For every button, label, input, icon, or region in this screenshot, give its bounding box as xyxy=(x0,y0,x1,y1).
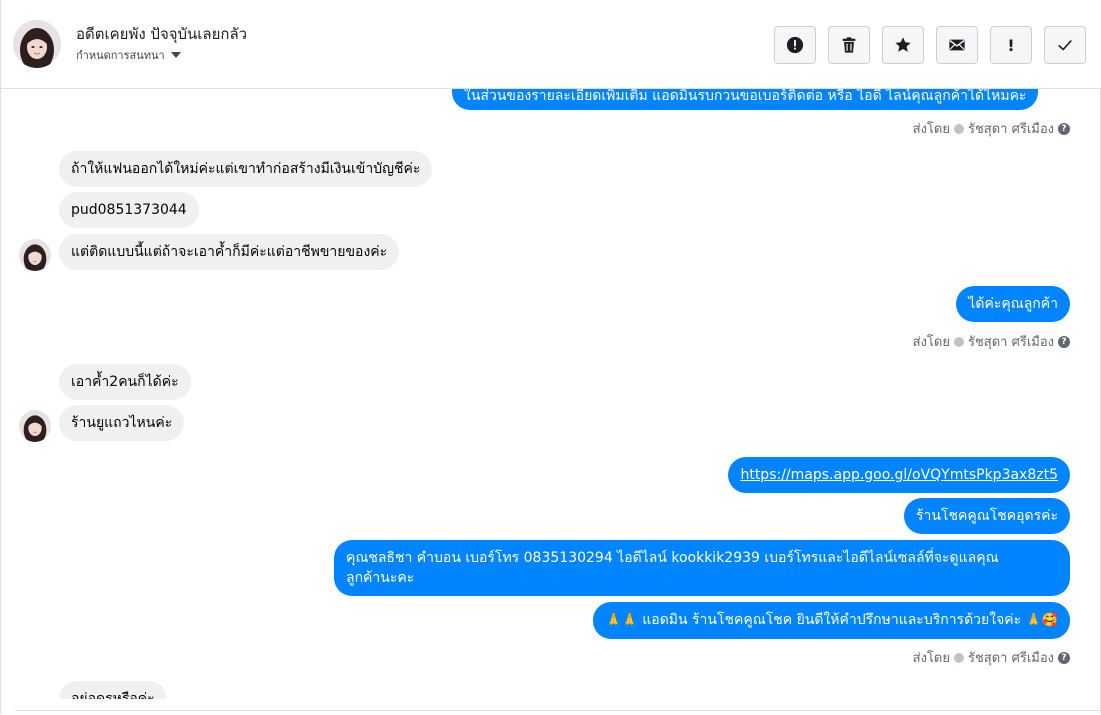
help-icon[interactable]: ? xyxy=(1058,651,1070,664)
sent-by-agent: รัชสุดา ศรีเมือง xyxy=(967,335,1054,350)
spam-button[interactable]: ! xyxy=(990,26,1032,64)
message-text: แอดมิน ร้านโชคคูณโชค ยินดีให้คำปรึกษาและ… xyxy=(642,612,1022,628)
delete-button[interactable] xyxy=(828,26,870,64)
verified-icon xyxy=(953,336,964,347)
toolbar: ! xyxy=(774,26,1086,64)
sent-by-label: ส่งโดย xyxy=(912,651,950,666)
check-icon xyxy=(1058,39,1072,51)
outgoing-message[interactable]: 🙏🙏 แอดมิน ร้านโชคคูณโชค ยินดีให้คำปรึกษา… xyxy=(593,602,1070,639)
outgoing-message[interactable]: ได้ค่ะคุณลูกค้า xyxy=(956,286,1070,322)
contact-name: อดีตเคยพัง ปัจจุบันเลยกลัว xyxy=(76,25,248,43)
composer-edge xyxy=(15,710,1101,715)
heart-face-emoji-icon: 🥰 xyxy=(1041,613,1058,628)
verified-icon xyxy=(953,123,964,134)
message-text: แต่ติดแบบนี้แต่ถ้าจะเอาค้ำก็มีค่ะแต่อาชี… xyxy=(71,244,388,260)
alert-icon xyxy=(786,36,804,54)
help-icon[interactable]: ? xyxy=(1058,122,1070,135)
message-thread[interactable]: ในส่วนของรายละเอียดเพิ่มเติม แอดมินรบกวน… xyxy=(1,89,1101,699)
schedule-label: กำหนดการสนทนา xyxy=(76,49,165,62)
mark-unread-button[interactable] xyxy=(936,26,978,64)
pray-emoji-icon: 🙏 xyxy=(1025,613,1042,628)
message-text: ในส่วนของรายละเอียดเพิ่มเติม แอดมินรบกวน… xyxy=(464,89,1027,104)
message-text: ถ้าให้แฟนออกได้ใหม่ค่ะแต่เขาทำก่อสร้างมี… xyxy=(71,161,421,177)
maps-link[interactable]: https://maps.app.goo.gl/oVQYmtsPkp3ax8zt… xyxy=(740,467,1058,483)
incoming-message[interactable]: ถ้าให้แฟนออกได้ใหม่ค่ะแต่เขาทำก่อสร้างมี… xyxy=(59,151,433,187)
message-text: ร้านยูแถวไหนค่ะ xyxy=(71,415,173,431)
sent-by-info: ส่งโดย รัชสุดา ศรีเมือง ? xyxy=(913,331,1070,352)
message-text: ลูกค้านะคะ xyxy=(346,570,415,586)
star-icon xyxy=(895,37,911,52)
help-icon[interactable]: ? xyxy=(1058,335,1070,348)
envelope-icon xyxy=(949,39,965,51)
sent-by-agent: รัชสุดา ศรีเมือง xyxy=(967,651,1054,666)
exclamation-icon: ! xyxy=(1007,35,1015,55)
incoming-message[interactable]: เอาค้ำ2คนก็ได้ค่ะ xyxy=(59,364,191,400)
sender-avatar xyxy=(19,410,51,442)
outgoing-message[interactable]: คุณชลธิชา คำบอน เบอร์โทร 0835130294 ไอดี… xyxy=(334,540,1070,596)
incoming-message[interactable]: แต่ติดแบบนี้แต่ถ้าจะเอาค้ำก็มีค่ะแต่อาชี… xyxy=(59,234,400,270)
message-text: pud0851373044 xyxy=(71,202,187,218)
sent-by-info: ส่งโดย รัชสุดา ศรีเมือง ? xyxy=(913,647,1070,668)
message-text: คุณชลธิชา คำบอน เบอร์โทร 0835130294 ไอดี… xyxy=(346,550,999,566)
trash-icon xyxy=(842,37,856,53)
conversation-header: อดีตเคยพัง ปัจจุบันเลยกลัว กำหนดการสนทนา… xyxy=(1,0,1101,89)
messenger-window: อดีตเคยพัง ปัจจุบันเลยกลัว กำหนดการสนทนา… xyxy=(0,0,1101,714)
pray-emoji-icon: 🙏 xyxy=(621,613,638,628)
sent-by-info: ส่งโดย รัชสุดา ศรีเมือง ? xyxy=(913,118,1070,139)
outgoing-message[interactable]: ร้านโชคคูณโชคอุดรค่ะ xyxy=(904,498,1070,534)
conversation-schedule[interactable]: กำหนดการสนทนา xyxy=(76,46,181,64)
incoming-message[interactable]: ร้านยูแถวไหนค่ะ xyxy=(59,405,185,441)
message-text: อยู่อุดรหรือค่ะ xyxy=(71,691,155,699)
sent-by-agent: รัชสุดา ศรีเมือง xyxy=(967,122,1054,137)
sent-by-label: ส่งโดย xyxy=(912,335,950,350)
star-button[interactable] xyxy=(882,26,924,64)
mark-done-button[interactable] xyxy=(1044,26,1086,64)
sent-by-label: ส่งโดย xyxy=(912,122,950,137)
message-text: เอาค้ำ2คนก็ได้ค่ะ xyxy=(71,374,179,390)
outgoing-message[interactable]: https://maps.app.goo.gl/oVQYmtsPkp3ax8zt… xyxy=(728,457,1070,493)
incoming-message[interactable]: อยู่อุดรหรือค่ะ xyxy=(59,681,167,699)
message-text: ได้ค่ะคุณลูกค้า xyxy=(968,296,1058,312)
incoming-message[interactable]: pud0851373044 xyxy=(59,192,199,228)
caret-down-icon xyxy=(170,52,181,58)
sender-avatar xyxy=(19,239,51,271)
outgoing-message[interactable]: ในส่วนของรายละเอียดเพิ่มเติม แอดมินรบกวน… xyxy=(452,89,1039,110)
pray-emoji-icon: 🙏 xyxy=(605,613,622,628)
alert-button[interactable] xyxy=(774,26,816,64)
message-text: ร้านโชคคูณโชคอุดรค่ะ xyxy=(916,508,1058,524)
contact-avatar[interactable] xyxy=(13,20,61,68)
verified-icon xyxy=(953,652,964,663)
